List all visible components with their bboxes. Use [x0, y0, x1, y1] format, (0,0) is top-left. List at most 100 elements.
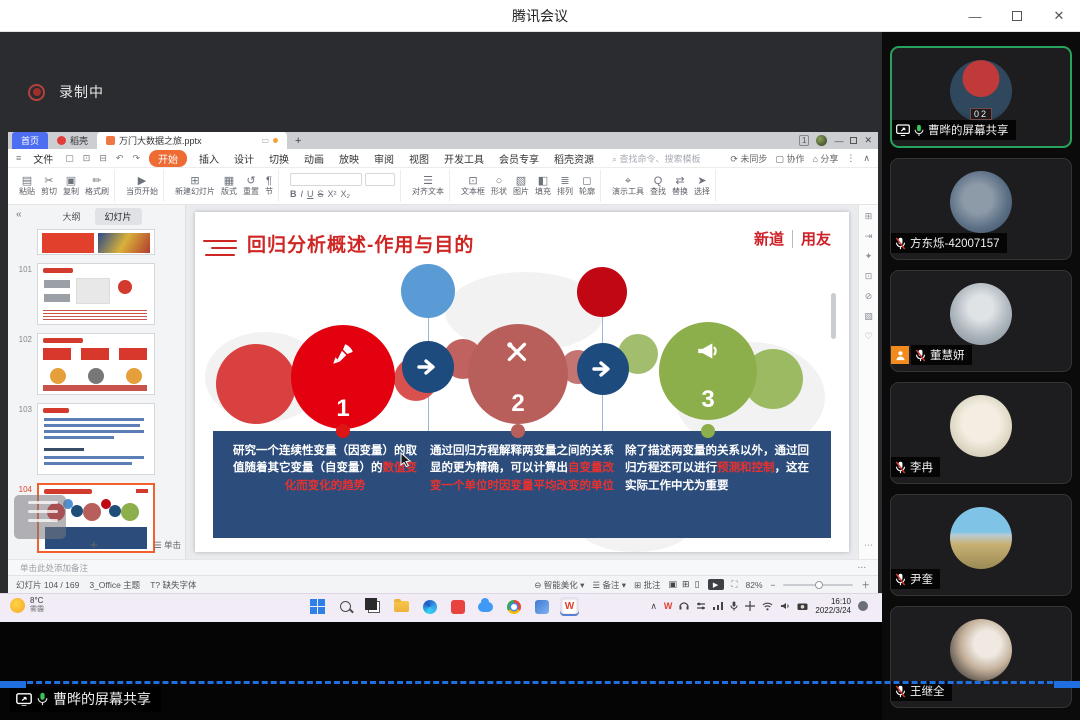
media-icon[interactable]: ▧	[864, 311, 873, 322]
font-size-select[interactable]	[365, 173, 395, 186]
zoom-slider[interactable]	[783, 584, 853, 586]
red-app-button[interactable]	[448, 597, 467, 616]
task-view-button[interactable]	[364, 597, 383, 616]
notes-more-icon[interactable]: ⋯	[858, 562, 867, 573]
animation-pane-icon[interactable]: ⇥	[865, 231, 873, 242]
cloud-app-button[interactable]	[476, 597, 495, 616]
menu-design[interactable]: 设计	[231, 150, 257, 167]
participant-tile[interactable]: 02 曹晔的屏幕共享	[890, 46, 1072, 148]
wps-minimize-button[interactable]: —	[834, 136, 843, 146]
chrome-button[interactable]	[504, 597, 523, 616]
slideshow-play-button[interactable]: ▶	[708, 579, 724, 590]
tray-signal-icon[interactable]	[713, 601, 723, 611]
copy-button[interactable]: ▣复制	[63, 176, 79, 196]
italic-button[interactable]: I	[301, 189, 304, 199]
present-tools-button[interactable]: ⌖演示工具	[612, 176, 644, 196]
tray-expand-icon[interactable]: ∧	[650, 601, 657, 612]
edge-button[interactable]	[420, 597, 439, 616]
add-slide-button[interactable]: +	[90, 537, 98, 552]
section-button[interactable]: ¶节	[265, 176, 273, 196]
superscript-button[interactable]: X²	[328, 189, 337, 199]
maximize-button[interactable]	[996, 0, 1038, 32]
menu-file[interactable]: 文件	[30, 150, 56, 167]
menu-review[interactable]: 审阅	[371, 150, 397, 167]
slide-thumbnail[interactable]	[37, 263, 155, 325]
comment-button[interactable]: ⊞ 批注	[634, 579, 661, 591]
zoom-level[interactable]: 82%	[746, 580, 763, 590]
tray-pen-icon[interactable]	[745, 601, 755, 611]
undo-icon[interactable]: ↶	[116, 153, 124, 164]
tray-notification-icon[interactable]	[858, 601, 868, 611]
idea-icon[interactable]: ♡	[864, 331, 872, 342]
export-icon[interactable]: ⊡	[83, 153, 91, 164]
wps-close-button[interactable]: ✕	[864, 135, 872, 146]
notes-button[interactable]: ☰ 备注 ▾	[592, 579, 626, 591]
slide-thumbnail[interactable]	[37, 333, 155, 395]
weather-widget[interactable]: 8°C 雾霾	[10, 597, 44, 613]
slide-thumbnail[interactable]	[37, 229, 155, 255]
replace-button[interactable]: ⇄替换	[672, 176, 688, 196]
taskbar-search-button[interactable]	[336, 597, 355, 616]
tray-volume-icon[interactable]	[780, 601, 790, 611]
participant-tile[interactable]: 董慧妍	[890, 270, 1072, 372]
text-box-button[interactable]: ⊡文本框	[461, 176, 485, 196]
cut-button[interactable]: ✂剪切	[41, 176, 57, 196]
participant-tile[interactable]: 王继全	[890, 606, 1072, 708]
strip-more-icon[interactable]: ⋯	[864, 540, 873, 551]
tray-mic-icon[interactable]	[730, 601, 738, 611]
participant-tile[interactable]: 尹奎	[890, 494, 1072, 596]
play-from-page-button[interactable]: ▶当页开始	[126, 176, 158, 196]
paste-button[interactable]: ▤粘贴	[19, 176, 35, 196]
more-icon[interactable]: ⋮	[846, 153, 855, 164]
menu-docer-res[interactable]: 稻壳资源	[551, 150, 597, 167]
print-icon[interactable]: ⊟	[99, 153, 107, 164]
sorter-view-icon[interactable]: ⊞	[682, 579, 690, 590]
minimize-button[interactable]: —	[954, 0, 996, 32]
normal-view-icon[interactable]: ▣	[669, 579, 678, 590]
tray-mixer-icon[interactable]	[696, 601, 706, 611]
participant-tile[interactable]: 方东烁-42007157	[890, 158, 1072, 260]
fit-icon[interactable]: ⛶	[732, 579, 738, 590]
wps-restore-button[interactable]	[850, 137, 857, 144]
tab-document[interactable]: 万门大数据之旅.pptx ▭	[97, 132, 287, 149]
align-text-button[interactable]: ☰对齐文本	[412, 176, 444, 196]
new-tab-button[interactable]: +	[287, 132, 309, 149]
close-button[interactable]: ✕	[1038, 0, 1080, 32]
menu-transition[interactable]: 切换	[266, 150, 292, 167]
menu-view[interactable]: 视图	[406, 150, 432, 167]
collapse-ribbon-icon[interactable]: ∧	[863, 153, 870, 164]
tab-docer[interactable]: 稻壳	[48, 132, 97, 149]
bold-button[interactable]: B	[290, 189, 297, 199]
help-icon[interactable]: ⊘	[865, 291, 873, 302]
tray-wps-icon[interactable]: W	[664, 601, 673, 611]
strike-button[interactable]: S	[318, 189, 324, 199]
tab-slides[interactable]: 幻灯片	[95, 208, 142, 225]
read-view-icon[interactable]: ▯	[695, 579, 700, 590]
subscript-button[interactable]: X₂	[341, 189, 351, 199]
shapes-button[interactable]: ○形状	[491, 176, 507, 196]
props-icon[interactable]: ⊞	[865, 211, 873, 222]
hamburger-icon[interactable]: ≡	[16, 153, 21, 163]
beautify-icon[interactable]: ✦	[865, 251, 873, 262]
font-name-select[interactable]	[290, 173, 362, 186]
menu-slideshow[interactable]: 放映	[336, 150, 362, 167]
save-icon[interactable]: ▢	[65, 153, 74, 164]
notes-bar[interactable]: 单击此处添加备注 ⋯	[8, 559, 878, 575]
photos-app-button[interactable]	[532, 597, 551, 616]
share-button[interactable]: ⌂ 分享	[812, 152, 838, 165]
tab-outline[interactable]: 大纲	[52, 208, 90, 225]
editor-scrollbar[interactable]	[831, 293, 836, 339]
theme-name[interactable]: 3_Office 主题	[89, 579, 140, 591]
command-search[interactable]: ⌕ 查找命令、搜索模板	[612, 152, 701, 165]
menu-start[interactable]: 开始	[149, 150, 187, 167]
zoom-in-button[interactable]: ＋	[861, 579, 870, 591]
missing-font-warning[interactable]: T? 缺失字体	[150, 579, 196, 591]
collab-button[interactable]: ▢ 协作	[775, 152, 804, 165]
tray-wifi-icon[interactable]	[762, 602, 773, 611]
layout-button[interactable]: ▦版式	[221, 176, 237, 196]
file-explorer-button[interactable]	[392, 597, 411, 616]
format-painter-button[interactable]: ✏格式刷	[85, 176, 109, 196]
tab-home[interactable]: 首页	[12, 132, 48, 149]
select-button[interactable]: ➤选择	[694, 176, 710, 196]
layout-pane-icon[interactable]: ⊡	[865, 271, 873, 282]
